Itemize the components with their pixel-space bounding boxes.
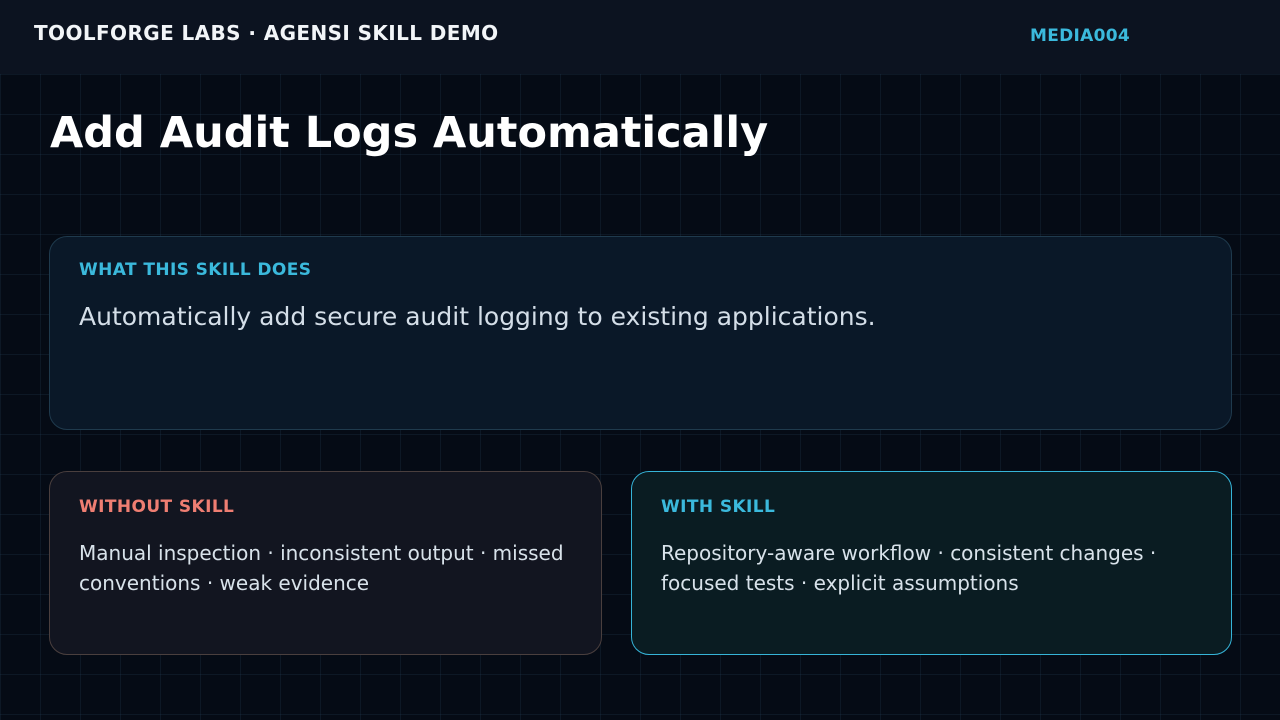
with-skill-card: WITH SKILL Repository-aware workflow · c… bbox=[631, 471, 1232, 655]
with-skill-text: Repository-aware workflow · consistent c… bbox=[661, 541, 1157, 595]
media-id-label: MEDIA004 bbox=[1030, 26, 1131, 46]
page-title: Add Audit Logs Automatically bbox=[50, 108, 769, 158]
without-skill-card: WITHOUT SKILL Manual inspection · incons… bbox=[49, 471, 602, 655]
what-skill-does-text: Automatically add secure audit logging t… bbox=[79, 302, 876, 331]
without-skill-label: WITHOUT SKILL bbox=[79, 497, 235, 517]
what-skill-does-card: WHAT THIS SKILL DOES Automatically add s… bbox=[49, 236, 1232, 430]
top-bar: TOOLFORGE LABS · AGENSI SKILL DEMO MEDIA… bbox=[0, 0, 1280, 74]
with-skill-label: WITH SKILL bbox=[661, 497, 776, 517]
brand-title: TOOLFORGE LABS · AGENSI SKILL DEMO bbox=[34, 21, 499, 45]
without-skill-text: Manual inspection · inconsistent output … bbox=[79, 541, 564, 595]
what-skill-does-label: WHAT THIS SKILL DOES bbox=[79, 260, 312, 280]
